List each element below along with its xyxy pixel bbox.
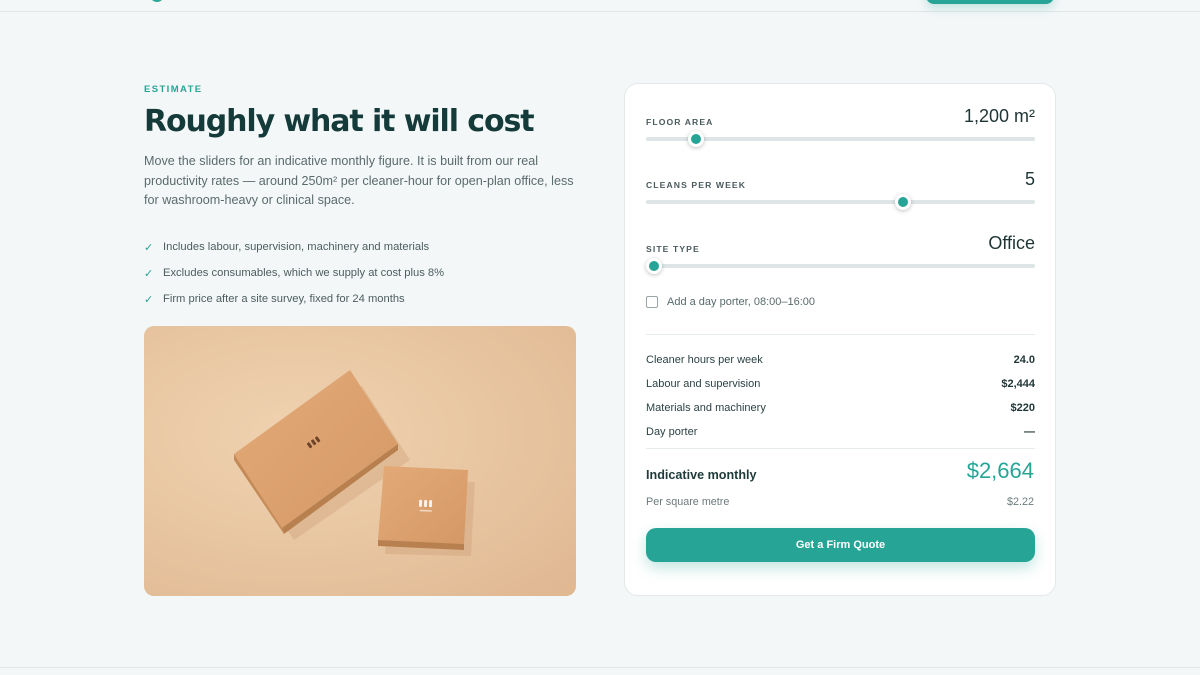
breakdown-value: $220 (1010, 402, 1035, 414)
divider (646, 448, 1035, 449)
check-icon: ✓ (144, 267, 154, 280)
list-item: ✓ Includes labour, supervision, machiner… (144, 234, 574, 260)
list-item: ✓ Firm price after a site survey, fixed … (144, 286, 574, 312)
breakdown-label: Labour and supervision (646, 378, 761, 390)
check-icon: ✓ (144, 293, 154, 306)
list-item: ✓ Excludes consumables, which we supply … (144, 260, 574, 286)
per-sqm-label: Per square metre (646, 496, 730, 508)
footer-divider (0, 667, 1200, 668)
total-value: $2,664 (966, 458, 1034, 483)
floor-area-label: FLOOR AREA (646, 117, 714, 127)
check-icon: ✓ (144, 241, 154, 254)
product-photo (144, 326, 576, 596)
slider-handle[interactable] (687, 131, 704, 147)
cleans-per-week-value: 5 (1024, 169, 1035, 189)
estimate-calculator: FLOOR AREA 1,200 m² CLEANS PER WEEK 5 SI… (624, 83, 1056, 596)
section-lead: Move the sliders for an indicative month… (144, 154, 574, 207)
cleans-per-week-label: CLEANS PER WEEK (646, 180, 747, 190)
floor-area-slider[interactable] (646, 131, 1035, 147)
logo-icon[interactable] (150, 0, 164, 2)
breakdown-label: Materials and machinery (646, 402, 766, 414)
site-type-field: SITE TYPE Office (645, 228, 1035, 274)
cleans-per-week-field: CLEANS PER WEEK 5 (646, 164, 1035, 210)
section-title: Roughly what it will cost (144, 104, 535, 139)
site-type-label: SITE TYPE (646, 244, 700, 254)
get-quote-button[interactable]: Get a Firm Quote (646, 528, 1035, 562)
breakdown-label: Cleaner hours per week (646, 354, 763, 366)
breakdown-row: Materials and machinery $220 (646, 401, 1035, 415)
day-porter-checkbox[interactable] (646, 296, 658, 308)
site-type-slider[interactable] (645, 258, 1035, 274)
per-sqm-value: $2.22 (1006, 496, 1034, 508)
cleans-per-week-slider[interactable] (646, 194, 1035, 210)
feature-list: ✓ Includes labour, supervision, machiner… (144, 234, 574, 312)
feature-text: Firm price after a site survey, fixed fo… (163, 293, 405, 305)
site-type-value: Office (988, 233, 1035, 253)
divider (646, 334, 1035, 335)
boxes-illustration (234, 370, 475, 556)
breakdown-value: $2,444 (1001, 378, 1035, 390)
breakdown-row: Cleaner hours per week 24.0 (646, 353, 1035, 367)
floor-area-value: 1,200 m² (963, 106, 1035, 126)
breakdown-row: Day porter — (646, 425, 1035, 439)
site-header (0, 0, 1200, 12)
small-box (378, 466, 468, 544)
breakdown-label: Day porter (646, 426, 698, 438)
feature-text: Excludes consumables, which we supply at… (163, 267, 445, 279)
floor-area-field: FLOOR AREA 1,200 m² (646, 101, 1035, 147)
breakdown-value: 24.0 (1013, 354, 1035, 366)
section-eyebrow: ESTIMATE (144, 84, 203, 95)
day-porter-label: Add a day porter, 08:00–16:00 (667, 296, 816, 308)
breakdown-row: Labour and supervision $2,444 (646, 377, 1035, 391)
day-porter-option[interactable]: Add a day porter, 08:00–16:00 (646, 296, 815, 308)
slider-handle[interactable] (645, 258, 662, 274)
total-label: Indicative monthly (646, 468, 757, 482)
breakdown-value: — (1024, 426, 1035, 438)
slider-handle[interactable] (895, 194, 912, 210)
feature-text: Includes labour, supervision, machinery … (163, 241, 430, 253)
header-cta-button[interactable] (926, 0, 1054, 4)
